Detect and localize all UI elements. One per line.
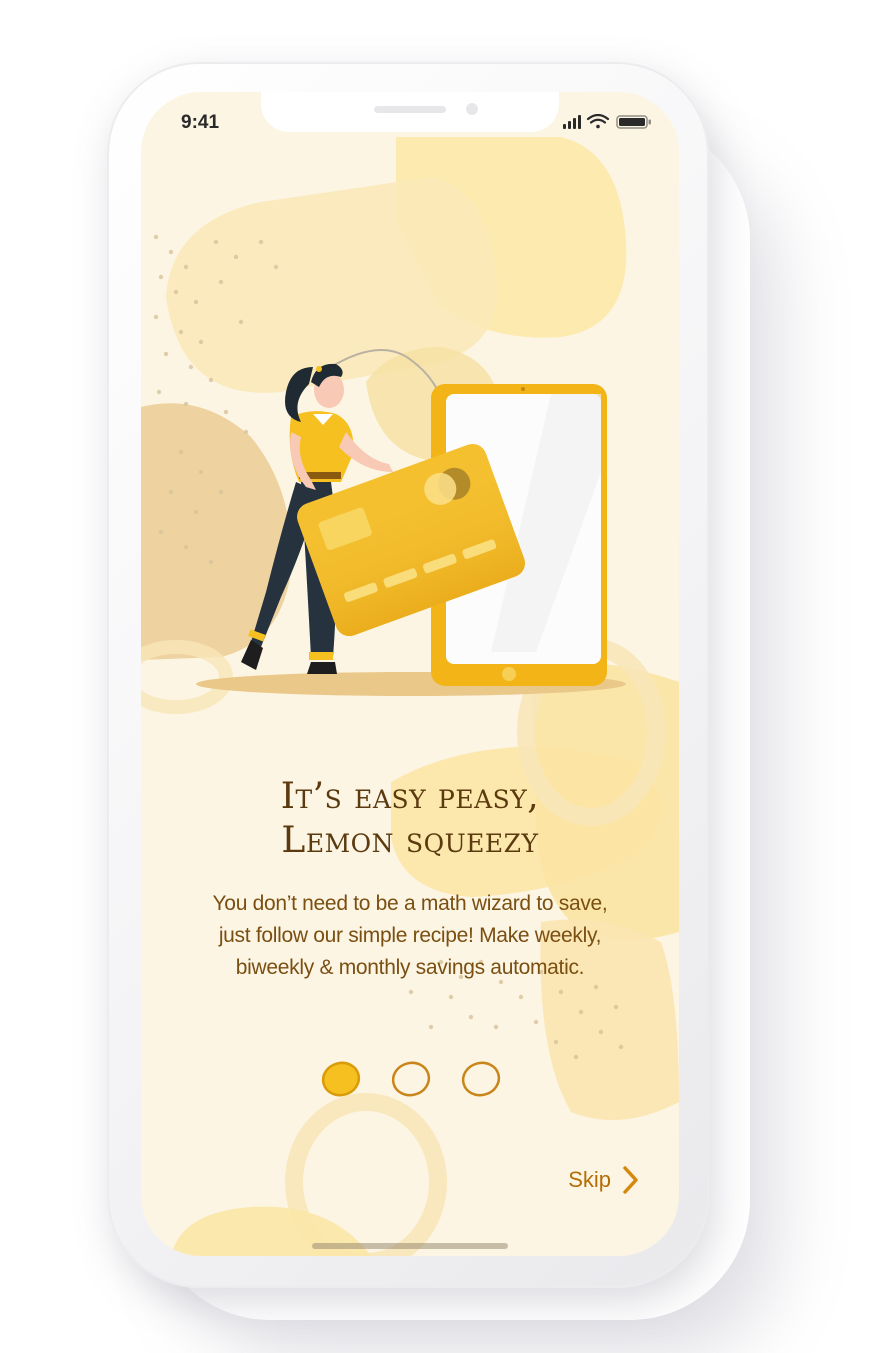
- speaker-grille: [374, 106, 446, 113]
- page-dot-3[interactable]: [459, 1060, 502, 1099]
- battery-icon: [616, 115, 651, 129]
- home-indicator[interactable]: [312, 1243, 508, 1249]
- description-line-1: You don’t need to be a math wizard to sa…: [212, 892, 608, 915]
- phone-screen: 9:41 It’s easy peasy, Lemon squeezy You …: [141, 92, 679, 1256]
- wifi-icon: [586, 114, 610, 129]
- chevron-right-icon: [623, 1166, 638, 1194]
- onboarding-description: You don’t need to be a math wizard to sa…: [171, 888, 649, 984]
- headline-line-2: Lemon squeezy: [281, 820, 539, 861]
- signal-icon: [563, 115, 581, 129]
- status-time: 9:41: [181, 112, 220, 133]
- front-camera: [466, 103, 478, 115]
- status-icons: [563, 114, 651, 129]
- page-indicator: [319, 1060, 502, 1099]
- onboarding-headline: It’s easy peasy, Lemon squeezy: [141, 775, 679, 863]
- description-line-2: just follow our simple recipe! Make week…: [218, 924, 602, 947]
- page-dot-2[interactable]: [389, 1060, 432, 1099]
- skip-label: Skip: [568, 1167, 611, 1192]
- description-line-3: biweekly & monthly savings automatic.: [235, 956, 585, 979]
- phone-notch: [261, 92, 559, 132]
- skip-button[interactable]: Skip: [568, 1160, 639, 1200]
- headline-line-1: It’s easy peasy,: [280, 776, 540, 817]
- page-dot-1[interactable]: [319, 1060, 362, 1099]
